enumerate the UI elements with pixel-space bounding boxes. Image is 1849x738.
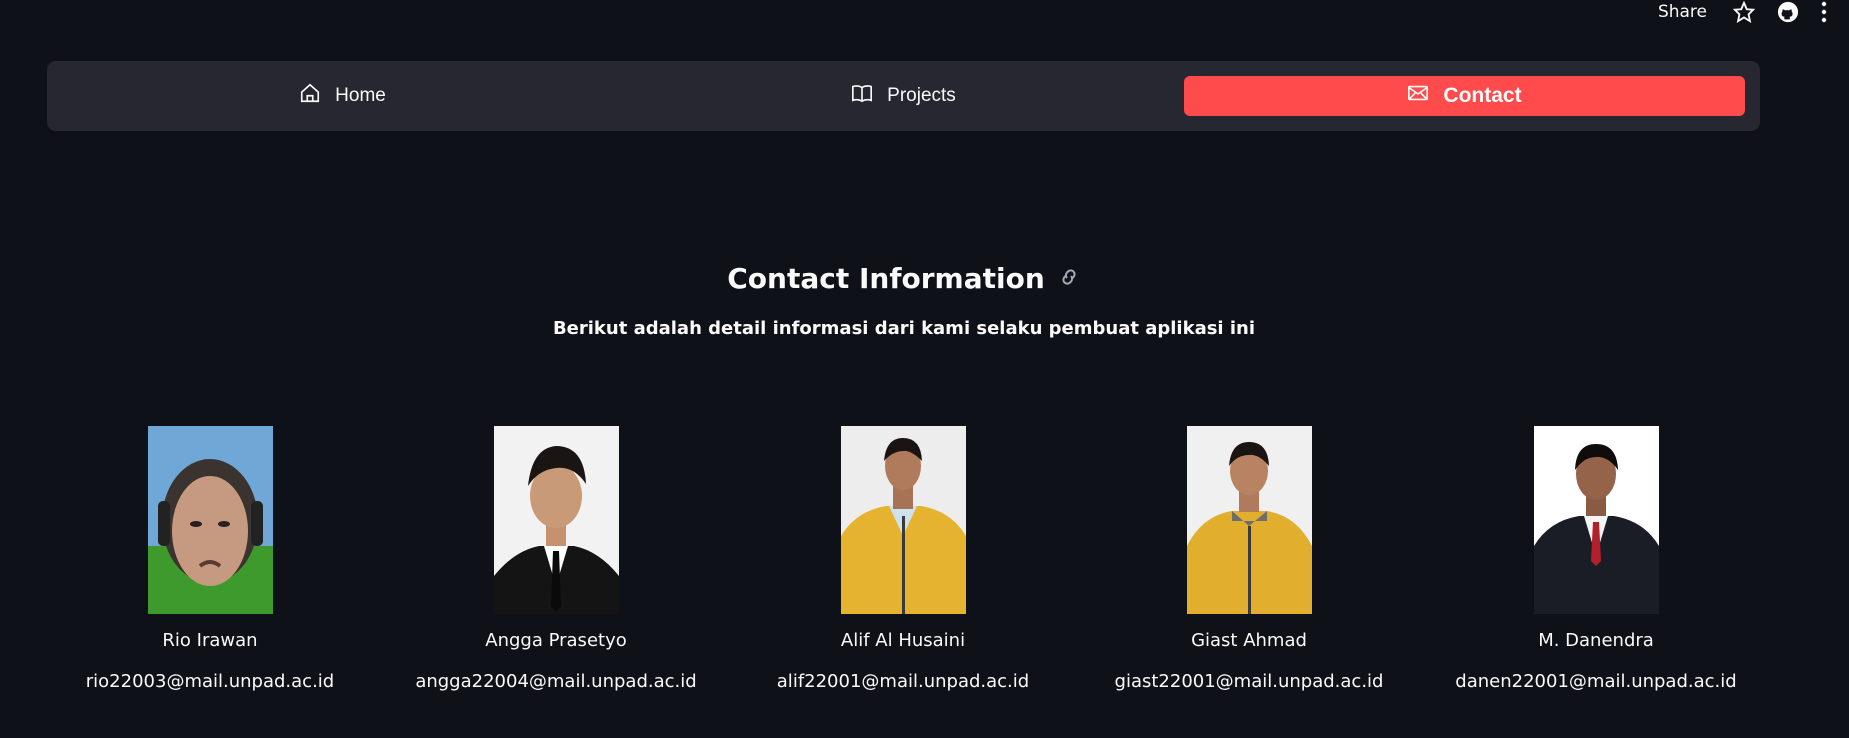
title-row: Contact Information	[0, 262, 1808, 295]
contact-email: giast22001@mail.unpad.ac.id	[1114, 671, 1384, 692]
page-title: Contact Information	[727, 262, 1045, 295]
navigation-bar: Home Projects Contact	[47, 61, 1760, 131]
profile-photo	[1533, 426, 1659, 614]
more-menu-icon[interactable]	[1821, 1, 1827, 23]
top-toolbar: Share	[1658, 0, 1849, 24]
contact-card: Rio Irawan rio22003@mail.unpad.ac.id	[60, 426, 360, 692]
contact-card: M. Danendra danen22001@mail.unpad.ac.id	[1446, 426, 1746, 692]
nav-contact-label: Contact	[1443, 84, 1522, 107]
contact-card: Angga Prasetyo angga22004@mail.unpad.ac.…	[406, 426, 706, 692]
book-icon	[851, 82, 873, 110]
contact-name: Alif Al Husaini	[840, 630, 966, 651]
page-subtitle: Berikut adalah detail informasi dari kam…	[552, 318, 1256, 339]
profile-photo	[840, 426, 966, 614]
link-icon[interactable]	[1057, 265, 1081, 293]
home-icon	[299, 82, 321, 110]
contact-email: danen22001@mail.unpad.ac.id	[1455, 671, 1737, 692]
share-button[interactable]: Share	[1658, 2, 1707, 22]
nav-projects-label: Projects	[887, 85, 956, 106]
profile-photo	[147, 426, 273, 614]
contact-email: alif22001@mail.unpad.ac.id	[776, 671, 1030, 692]
contact-card: Giast Ahmad giast22001@mail.unpad.ac.id	[1099, 426, 1399, 692]
nav-projects[interactable]: Projects	[623, 76, 1184, 116]
github-icon[interactable]	[1777, 1, 1799, 23]
contact-name: Giast Ahmad	[1191, 630, 1307, 651]
envelope-icon	[1407, 82, 1429, 110]
nav-contact[interactable]: Contact	[1184, 76, 1745, 116]
contact-name: Rio Irawan	[162, 630, 258, 651]
contact-card: Alif Al Husaini alif22001@mail.unpad.ac.…	[753, 426, 1053, 692]
contact-email: rio22003@mail.unpad.ac.id	[85, 671, 335, 692]
profile-photo	[1186, 426, 1312, 614]
nav-home[interactable]: Home	[62, 76, 623, 116]
contact-name: Angga Prasetyo	[485, 630, 627, 651]
contact-email: angga22004@mail.unpad.ac.id	[415, 671, 697, 692]
star-icon[interactable]	[1733, 1, 1755, 23]
profile-photo	[493, 426, 619, 614]
nav-home-label: Home	[335, 85, 386, 106]
contact-name: M. Danendra	[1538, 630, 1654, 651]
